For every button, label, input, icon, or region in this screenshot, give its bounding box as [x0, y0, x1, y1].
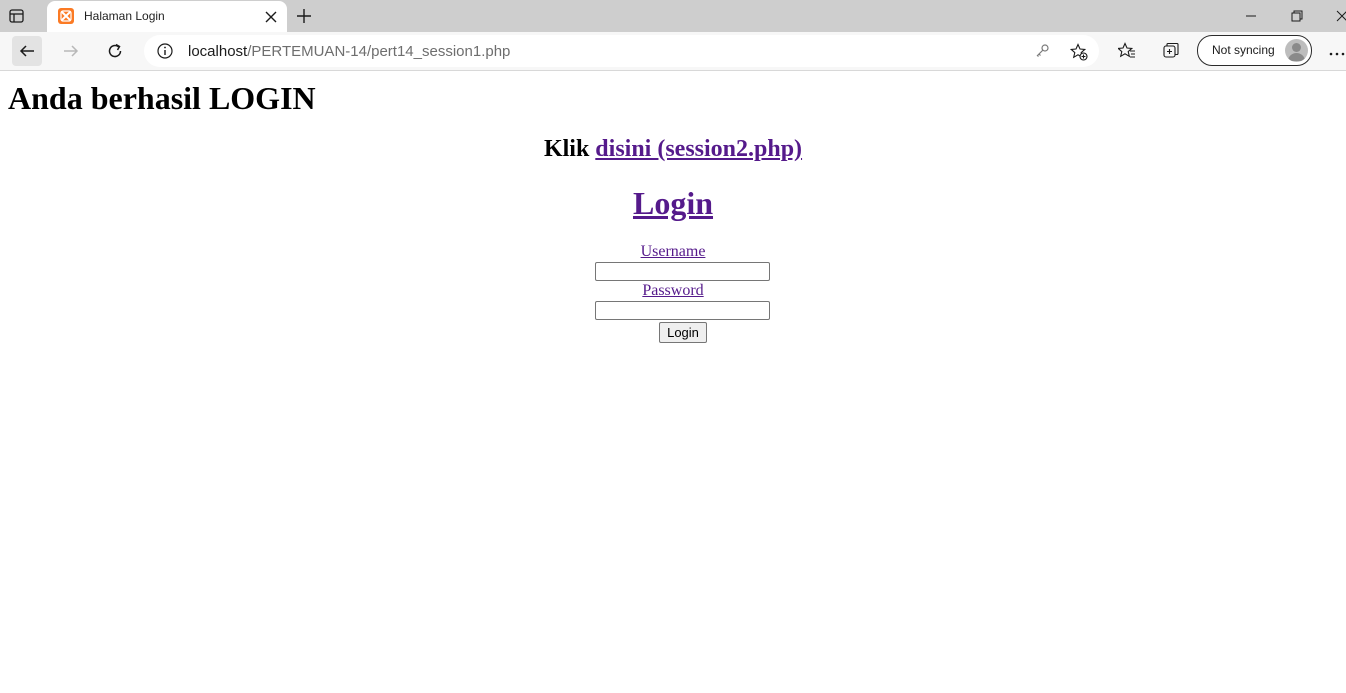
- password-label-line: Password: [0, 282, 1346, 300]
- collections-icon[interactable]: [1162, 42, 1180, 60]
- browser-toolbar: localhost/PERTEMUAN-14/pert14_session1.p…: [0, 32, 1346, 71]
- add-favorite-icon[interactable]: [1069, 43, 1088, 61]
- tab-title: Halaman Login: [84, 9, 165, 23]
- more-options-icon[interactable]: [1329, 44, 1345, 62]
- xampp-favicon-icon: [58, 8, 74, 24]
- restore-icon[interactable]: [1289, 8, 1305, 24]
- favorites-icon[interactable]: [1116, 42, 1136, 60]
- url-path: /PERTEMUAN-14/pert14_session1.php: [247, 43, 511, 60]
- password-field[interactable]: [595, 301, 770, 320]
- username-field[interactable]: [595, 262, 770, 281]
- url-host: localhost: [188, 43, 248, 60]
- tab-actions-icon[interactable]: [8, 7, 26, 25]
- back-button[interactable]: [12, 36, 42, 66]
- klik-text: Klik: [543, 136, 596, 162]
- profile-label: Not syncing: [1212, 43, 1275, 57]
- password-label[interactable]: Password: [642, 282, 703, 299]
- success-heading: Anda berhasil LOGIN: [8, 80, 316, 116]
- avatar: [1285, 39, 1308, 62]
- address-bar[interactable]: localhost/PERTEMUAN-14/pert14_session1.p…: [144, 35, 1099, 67]
- username-label[interactable]: Username: [641, 243, 706, 260]
- username-label-line: Username: [0, 243, 1346, 261]
- reload-button[interactable]: [100, 36, 130, 66]
- login-heading: Login: [0, 185, 1346, 222]
- active-tab[interactable]: Halaman Login: [47, 1, 287, 32]
- page-content: Anda berhasil LOGIN Klik disini (session…: [0, 71, 1346, 693]
- close-window-icon[interactable]: [1334, 8, 1346, 24]
- key-icon[interactable]: [1034, 43, 1050, 59]
- new-tab-icon[interactable]: [296, 8, 312, 24]
- session2-link[interactable]: disini (session2.php): [595, 136, 802, 162]
- login-button[interactable]: Login: [659, 322, 707, 343]
- login-heading-link[interactable]: Login: [633, 185, 713, 221]
- minimize-icon[interactable]: [1243, 8, 1259, 24]
- forward-button[interactable]: [56, 36, 86, 66]
- tab-strip: Halaman Login: [0, 0, 1346, 32]
- url-text: localhost/PERTEMUAN-14/pert14_session1.p…: [188, 43, 510, 60]
- profile-button[interactable]: Not syncing: [1197, 35, 1312, 66]
- site-info-icon[interactable]: [157, 43, 173, 64]
- klik-line: Klik disini (session2.php): [0, 136, 1346, 163]
- close-tab-icon[interactable]: [265, 10, 277, 23]
